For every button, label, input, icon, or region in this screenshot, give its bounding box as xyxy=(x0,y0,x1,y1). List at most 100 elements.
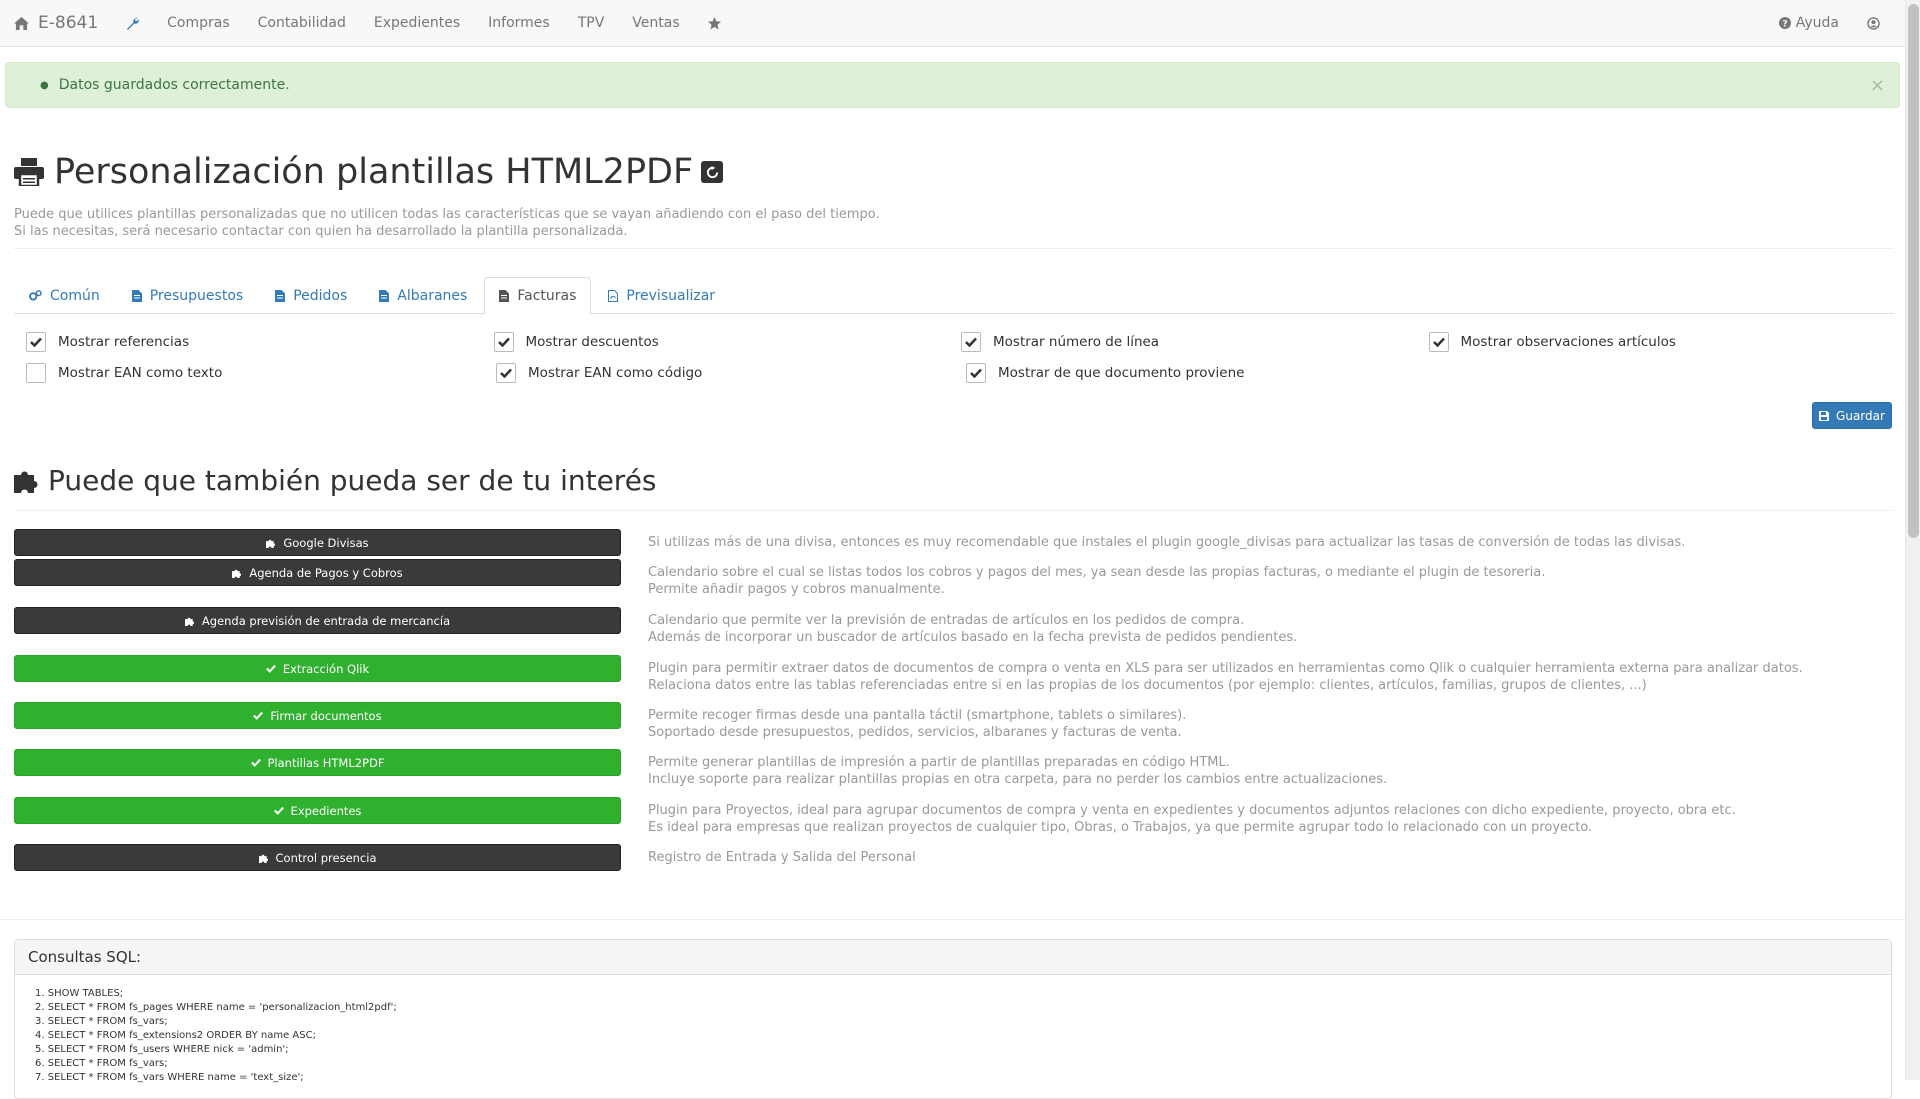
plugin-desc-line: Soportado desde presupuestos, pedidos, s… xyxy=(648,725,1182,740)
nav-compras[interactable]: Compras xyxy=(153,0,244,46)
nav-expedientes[interactable]: Expedientes xyxy=(360,0,474,46)
plugin-firmar-documentos-desc: Permite recoger firmas desde una pantall… xyxy=(648,707,1888,741)
plugin-desc-line: Incluye soporte para realizar plantillas… xyxy=(648,772,1388,787)
tab-label: Albaranes xyxy=(397,287,468,304)
refresh-button[interactable] xyxy=(701,161,724,183)
checkbox-checked[interactable] xyxy=(1428,331,1449,352)
plugin-plantillas-html2pdf-desc: Permite generar plantillas de impresión … xyxy=(648,754,1888,788)
footer-divider xyxy=(0,919,1905,920)
nav-tpv[interactable]: TPV xyxy=(564,0,619,46)
plugin-agenda-prevision-button[interactable]: Agenda previsión de entrada de mercancía xyxy=(14,607,621,634)
plugin-firmar-documentos-button[interactable]: Firmar documentos xyxy=(14,702,621,729)
tab-albaranes[interactable]: Albaranes xyxy=(364,277,482,314)
option-mostrar-ean-texto[interactable]: Mostrar EAN como texto xyxy=(26,362,496,383)
page-description-line-1: Puede que utilices plantillas personaliz… xyxy=(14,207,880,222)
plugins-title-text: Puede que también pueda ser de tu interé… xyxy=(48,463,657,497)
sql-query: 5. SELECT * FROM fs_users WHERE nick = '… xyxy=(35,1044,289,1055)
nav-informes[interactable]: Informes xyxy=(474,0,564,46)
save-button[interactable]: Guardar xyxy=(1812,402,1892,429)
sql-query: 1. SHOW TABLES; xyxy=(35,988,124,999)
plugins-divider xyxy=(14,510,1894,511)
page-header: Personalización plantillas HTML2PDF Pued… xyxy=(14,150,1894,240)
floppy-icon xyxy=(1819,410,1830,421)
header-divider xyxy=(14,248,1894,249)
plugin-agenda-prevision-desc: Calendario que permite ver la previsión … xyxy=(648,612,1888,646)
plugin-google-divisas-button[interactable]: Google Divisas xyxy=(14,529,621,556)
puzzle-icon xyxy=(232,569,242,578)
favorites-menu[interactable] xyxy=(694,0,735,46)
user-menu[interactable] xyxy=(1853,0,1905,46)
plugin-agenda-pagos-desc: Calendario sobre el cual se listas todos… xyxy=(648,564,1888,598)
plugin-label: Plantillas HTML2PDF xyxy=(267,755,385,770)
check-icon xyxy=(253,711,264,720)
question-circle-icon: ? xyxy=(1778,17,1791,29)
admin-menu[interactable] xyxy=(112,0,153,46)
help-label: Ayuda xyxy=(1795,15,1839,31)
page-scrollbar[interactable] xyxy=(1905,0,1920,1080)
file-icon xyxy=(275,289,286,302)
tab-comun[interactable]: Común xyxy=(14,277,115,314)
plugin-google-divisas-desc: Si utilizas más de una divisa, entonces … xyxy=(648,534,1888,551)
scrollbar-thumb[interactable] xyxy=(1908,4,1919,538)
check-icon xyxy=(265,664,276,673)
plugin-desc-line: Calendario sobre el cual se listas todos… xyxy=(648,565,1546,580)
plugin-control-presencia-desc: Registro de Entrada y Salida del Persona… xyxy=(648,849,1888,866)
plugin-plantillas-html2pdf-button[interactable]: Plantillas HTML2PDF xyxy=(14,749,621,776)
tab-label: Presupuestos xyxy=(149,287,244,304)
plugin-expedientes-desc: Plugin para Proyectos, ideal para agrupa… xyxy=(648,802,1888,836)
plugin-label: Agenda previsión de entrada de mercancía xyxy=(201,613,451,628)
top-navbar: E-8641 Compras Contabilidad Expedientes … xyxy=(0,0,1905,47)
plugin-extraccion-qlik-button[interactable]: Extracción Qlik xyxy=(14,655,621,682)
plugin-desc-line: Plugin para Proyectos, ideal para agrupa… xyxy=(648,803,1736,818)
tab-facturas[interactable]: Facturas xyxy=(484,277,592,315)
option-label: Mostrar de que documento proviene xyxy=(998,364,1245,381)
option-mostrar-numero-linea[interactable]: Mostrar número de línea xyxy=(961,331,1429,352)
check-icon xyxy=(497,337,510,347)
plugin-desc-line: Permite recoger firmas desde una pantall… xyxy=(648,708,1187,723)
option-mostrar-referencias[interactable]: Mostrar referencias xyxy=(26,331,494,352)
checkbox-unchecked[interactable] xyxy=(26,362,46,383)
option-mostrar-documento-proviene[interactable]: Mostrar de que documento proviene xyxy=(966,362,1436,383)
option-label: Mostrar número de línea xyxy=(993,333,1160,350)
option-mostrar-ean-codigo[interactable]: Mostrar EAN como código xyxy=(496,362,966,383)
option-label: Mostrar EAN como código xyxy=(528,364,703,381)
tab-presupuestos[interactable]: Presupuestos xyxy=(117,277,258,314)
page-description: Puede que utilices plantillas personaliz… xyxy=(14,206,1894,240)
plugin-desc-line: Permite generar plantillas de impresión … xyxy=(648,755,1230,770)
checkbox-checked[interactable] xyxy=(961,331,981,352)
plugin-expedientes-button[interactable]: Expedientes xyxy=(14,797,621,824)
home-icon xyxy=(14,16,29,30)
puzzle-icon xyxy=(184,617,194,626)
settings-tabs: Común Presupuestos Pedidos Albaranes Fac… xyxy=(14,277,1894,315)
option-mostrar-descuentos[interactable]: Mostrar descuentos xyxy=(493,331,962,352)
option-mostrar-observaciones[interactable]: Mostrar observaciones artículos xyxy=(1428,331,1897,352)
checkbox-checked[interactable] xyxy=(496,362,516,383)
plugin-agenda-pagos-button[interactable]: Agenda de Pagos y Cobros xyxy=(14,559,621,586)
check-icon xyxy=(250,758,261,767)
nav-ventas[interactable]: Ventas xyxy=(618,0,693,46)
tab-pedidos[interactable]: Pedidos xyxy=(260,277,362,314)
alert-close-button[interactable]: × xyxy=(1870,75,1885,96)
tab-label: Común xyxy=(50,287,100,304)
tab-label: Previsualizar xyxy=(626,287,716,304)
checkbox-checked[interactable] xyxy=(26,331,46,352)
checkbox-checked[interactable] xyxy=(493,331,514,352)
sql-query: 7. SELECT * FROM fs_vars WHERE name = 't… xyxy=(35,1072,304,1083)
sql-query: 4. SELECT * FROM fs_extensions2 ORDER BY… xyxy=(35,1030,316,1041)
page-title: Personalización plantillas HTML2PDF xyxy=(54,152,694,192)
help-menu[interactable]: ? Ayuda xyxy=(1765,0,1853,46)
sql-panel-title: Consultas SQL: xyxy=(15,940,1891,975)
check-icon xyxy=(30,337,42,347)
puzzle-icon xyxy=(258,854,268,863)
alert-bullet: ● xyxy=(40,79,49,91)
brand-link[interactable]: E-8641 xyxy=(0,0,112,46)
checkbox-checked[interactable] xyxy=(966,362,986,383)
plugin-desc-line: Calendario que permite ver la previsión … xyxy=(648,613,1245,628)
plugin-label: Expedientes xyxy=(290,803,362,818)
plugin-control-presencia-button[interactable]: Control presencia xyxy=(14,844,621,871)
nav-contabilidad[interactable]: Contabilidad xyxy=(244,0,360,46)
tab-previsualizar[interactable]: Previsualizar xyxy=(593,277,730,314)
plugin-label: Agenda de Pagos y Cobros xyxy=(249,565,403,580)
puzzle-icon xyxy=(266,539,276,548)
check-icon xyxy=(500,368,512,378)
